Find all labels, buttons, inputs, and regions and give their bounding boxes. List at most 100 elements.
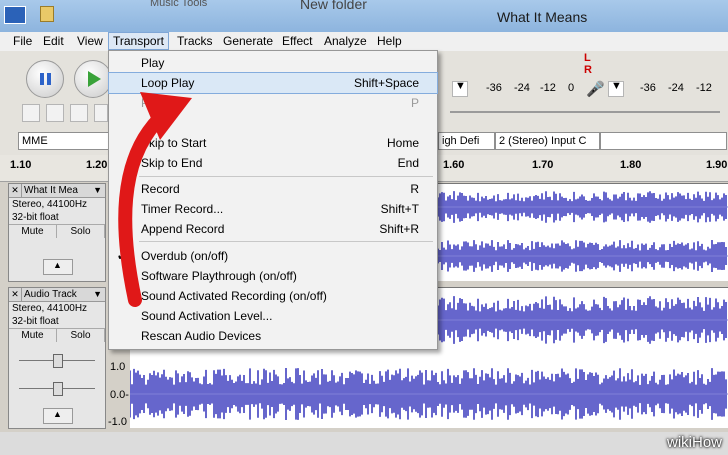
menu-item-shortcut: Home <box>386 136 419 150</box>
paste-icon[interactable] <box>70 104 88 122</box>
pause-button[interactable] <box>26 60 64 98</box>
menu-item-shortcut: P <box>410 96 419 110</box>
input-device-select[interactable]: igh Defi <box>438 132 495 150</box>
cut-icon[interactable] <box>22 104 40 122</box>
meter-tick: -36 <box>486 82 502 94</box>
play-button[interactable] <box>74 60 112 98</box>
close-icon[interactable]: ✕ <box>9 288 22 301</box>
copy-icon[interactable] <box>46 104 64 122</box>
track-name[interactable]: Audio Track <box>24 288 77 301</box>
menu-item-timer-record[interactable]: Timer Record... Shift+T <box>109 199 437 219</box>
playback-meter-menu[interactable]: ▼ <box>452 80 468 97</box>
audio-host-select[interactable]: MME <box>18 132 113 150</box>
menu-item-loop-play[interactable]: Loop Play Shift+Space <box>108 72 438 94</box>
volume-slider-track[interactable] <box>450 111 720 113</box>
meter-tick: 0 <box>568 82 575 94</box>
track-header[interactable]: ✕ Audio Track ▼ <box>9 288 105 302</box>
menu-generate[interactable]: Generate <box>223 34 273 48</box>
output-device-select[interactable] <box>600 132 727 150</box>
close-icon[interactable]: ✕ <box>9 184 22 197</box>
menu-item-record[interactable]: Record R <box>109 179 437 199</box>
track-name[interactable]: What It Mea <box>24 184 78 197</box>
menu-item-shortcut: Shift+T <box>380 202 419 216</box>
menu-item-overdub[interactable]: ✔ Overdub (on/off) <box>109 246 437 266</box>
menu-analyze[interactable]: Analyze <box>324 34 367 48</box>
input-channels-select[interactable]: 2 (Stereo) Input C <box>495 132 600 150</box>
dropdown-arrow-icon: ▼ <box>455 80 466 92</box>
solo-button[interactable]: Solo <box>57 329 105 342</box>
menu-item-skip-to-end[interactable]: Skip to End End <box>109 153 437 173</box>
menu-item-label: Skip to Start <box>141 136 207 150</box>
menu-transport[interactable]: Transport <box>108 32 169 50</box>
menu-item-sound-activation-level[interactable]: Sound Activation Level... <box>109 306 437 326</box>
meter-tick: -24 <box>514 82 530 94</box>
record-meter-menu[interactable]: ▼ <box>608 80 624 97</box>
chevron-down-icon[interactable]: ▼ <box>93 288 102 301</box>
menu-edit[interactable]: Edit <box>43 34 64 48</box>
menu-item-rescan-audio-devices[interactable]: Rescan Audio Devices <box>109 326 437 346</box>
ruler-tick: 1.10 <box>10 159 32 171</box>
meter-left-label: L <box>584 52 591 64</box>
menu-item-software-playthrough[interactable]: Software Playthrough (on/off) <box>109 266 437 286</box>
window-title: What It Means <box>497 9 588 25</box>
ruler-tick: 1.80 <box>620 159 642 171</box>
menu-item-label: Overdub (on/off) <box>141 249 229 263</box>
menu-item-play[interactable]: Play <box>109 53 437 73</box>
menu-item-label: Append Record <box>141 222 225 236</box>
play-icon <box>88 71 101 87</box>
trim-icon[interactable] <box>94 104 108 122</box>
meter-right-label: R <box>584 64 592 76</box>
amplitude-label: 0.0- <box>110 389 129 401</box>
track-format: Stereo, 44100Hz <box>12 303 88 314</box>
app-icon <box>4 6 26 24</box>
collapse-arrow-icon: ▲ <box>53 260 62 270</box>
menu-item-pause: Pause P <box>109 93 437 113</box>
folder-icon <box>40 6 54 22</box>
solo-button[interactable]: Solo <box>57 225 105 238</box>
menu-item-shortcut: R <box>410 182 419 196</box>
menu-item-shortcut: Shift+R <box>379 222 419 236</box>
gain-slider-thumb[interactable] <box>53 354 63 368</box>
menu-item-sound-activated-recording[interactable]: Sound Activated Recording (on/off) <box>109 286 437 306</box>
menu-item-skip-to-start[interactable]: Skip to Start Home <box>109 133 437 153</box>
collapse-button[interactable]: ▲ <box>43 408 73 424</box>
track-control-panel: ✕ What It Mea ▼ Stereo, 44100Hz 32-bit f… <box>8 183 106 282</box>
menu-item-append-record[interactable]: Append Record Shift+R <box>109 219 437 239</box>
menu-view[interactable]: View <box>77 34 103 48</box>
menu-item-shortcut: Shift+Space <box>353 76 419 90</box>
collapse-button[interactable]: ▲ <box>43 259 73 275</box>
menu-item-label: Loop Play <box>141 76 195 90</box>
status-area <box>0 432 728 455</box>
menu-help[interactable]: Help <box>377 34 402 48</box>
mute-button[interactable]: Mute <box>9 225 57 238</box>
menu-item-label: Pause <box>141 96 176 110</box>
menu-item-label: Sound Activation Level... <box>141 309 273 323</box>
track-header[interactable]: ✕ What It Mea ▼ <box>9 184 105 198</box>
ruler-tick: 1.60 <box>443 159 465 171</box>
amplitude-label: -1.0 <box>108 416 127 428</box>
chevron-down-icon[interactable]: ▼ <box>93 184 102 197</box>
track-control-panel: ✕ Audio Track ▼ Stereo, 44100Hz 32-bit f… <box>8 287 106 429</box>
transport-menu: Play Loop Play Shift+Space Pause P Skip … <box>108 50 438 350</box>
meter-tick: -24 <box>668 82 684 94</box>
microphone-icon[interactable]: 🎤 <box>586 81 605 99</box>
meter-tick: -12 <box>540 82 556 94</box>
menu-effect[interactable]: Effect <box>282 34 312 48</box>
folder-label: New folder <box>300 0 367 12</box>
menu-item-label: Play <box>141 56 165 70</box>
menu-item-label: Timer Record... <box>141 202 224 216</box>
menu-item-label: Sound Activated Recording (on/off) <box>141 289 327 303</box>
track-format: Stereo, 44100Hz <box>12 199 88 210</box>
pan-slider-thumb[interactable] <box>53 382 63 396</box>
ruler-tick: 1.20 <box>86 159 108 171</box>
ruler-tick: 1.90 <box>706 159 728 171</box>
mute-button[interactable]: Mute <box>9 329 57 342</box>
amplitude-label: 1.0 <box>110 361 126 373</box>
menu-file[interactable]: File <box>13 34 32 48</box>
taskbar-tab-label: Music Tools <box>150 0 208 9</box>
track-bit-depth: 32-bit float <box>12 212 59 223</box>
ruler-tick: 1.70 <box>532 159 554 171</box>
meter-tick: -12 <box>696 82 712 94</box>
checkmark-icon: ✔ <box>117 249 128 263</box>
menu-tracks[interactable]: Tracks <box>177 34 213 48</box>
